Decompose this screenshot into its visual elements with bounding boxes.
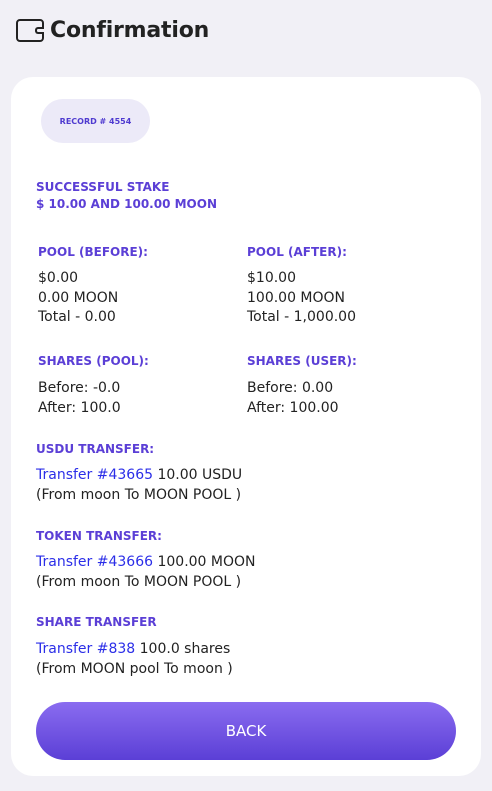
page-title: Confirmation (50, 18, 210, 43)
shares-pool-after: After: 100.0 (38, 399, 121, 416)
pool-before-usd: $0.00 (38, 270, 79, 286)
token-transfer-heading: TOKEN TRANSFER: (36, 529, 162, 543)
shares-user-after: After: 100.00 (247, 399, 339, 416)
pool-after-usd: $10.00 (247, 270, 296, 286)
shares-user-values: Before: 0.00 After: 100.00 (247, 379, 339, 418)
pool-after-total: Total - 1,000.00 (247, 309, 356, 325)
shares-pool-values: Before: -0.0 After: 100.0 (38, 379, 121, 418)
pool-before-values: $0.00 0.00 MOON Total - 0.00 (38, 269, 118, 328)
share-transfer-amount: 100.0 shares (135, 641, 231, 657)
token-transfer-link[interactable]: Transfer #43666 (36, 554, 153, 570)
confirmation-card: RECORD # 4554 SUCCESSFUL STAKE $ 10.00 A… (11, 77, 481, 776)
usdu-transfer-amount: 10.00 USDU (153, 467, 243, 483)
stake-summary: SUCCESSFUL STAKE $ 10.00 AND 100.00 MOON (36, 179, 217, 213)
page-header: Confirmation (16, 18, 209, 43)
pool-before-heading: POOL (BEFORE): (38, 245, 148, 259)
pool-before-total: Total - 0.00 (38, 309, 116, 325)
share-transfer-details: Transfer #838 100.0 shares (From MOON po… (36, 640, 233, 679)
usdu-transfer-heading: USDU TRANSFER: (36, 442, 155, 456)
token-transfer-details: Transfer #43666 100.00 MOON (From moon T… (36, 553, 256, 592)
pool-after-heading: POOL (AFTER): (247, 245, 347, 259)
share-transfer-link[interactable]: Transfer #838 (36, 641, 135, 657)
wallet-icon (16, 19, 44, 42)
share-transfer-route: (From MOON pool To moon ) (36, 660, 233, 677)
pool-after-moon: 100.00 MOON (247, 289, 346, 306)
usdu-transfer-link[interactable]: Transfer #43665 (36, 467, 153, 483)
shares-pool-before: Before: -0.0 (38, 380, 121, 396)
shares-user-heading: SHARES (USER): (247, 354, 357, 368)
pool-before-moon: 0.00 MOON (38, 289, 119, 306)
token-transfer-amount: 100.00 MOON (153, 554, 256, 570)
usdu-transfer-route: (From moon To MOON POOL ) (36, 486, 242, 503)
shares-pool-heading: SHARES (POOL): (38, 354, 149, 368)
usdu-transfer-details: Transfer #43665 10.00 USDU (From moon To… (36, 466, 242, 505)
pool-after-values: $10.00 100.00 MOON Total - 1,000.00 (247, 269, 356, 328)
record-badge: RECORD # 4554 (41, 99, 150, 143)
back-button[interactable]: BACK (36, 702, 456, 760)
summary-amount: $ 10.00 AND 100.00 MOON (36, 197, 218, 211)
summary-status: SUCCESSFUL STAKE (36, 180, 170, 194)
share-transfer-heading: SHARE TRANSFER (36, 615, 157, 629)
shares-user-before: Before: 0.00 (247, 380, 334, 396)
token-transfer-route: (From moon To MOON POOL ) (36, 573, 242, 590)
